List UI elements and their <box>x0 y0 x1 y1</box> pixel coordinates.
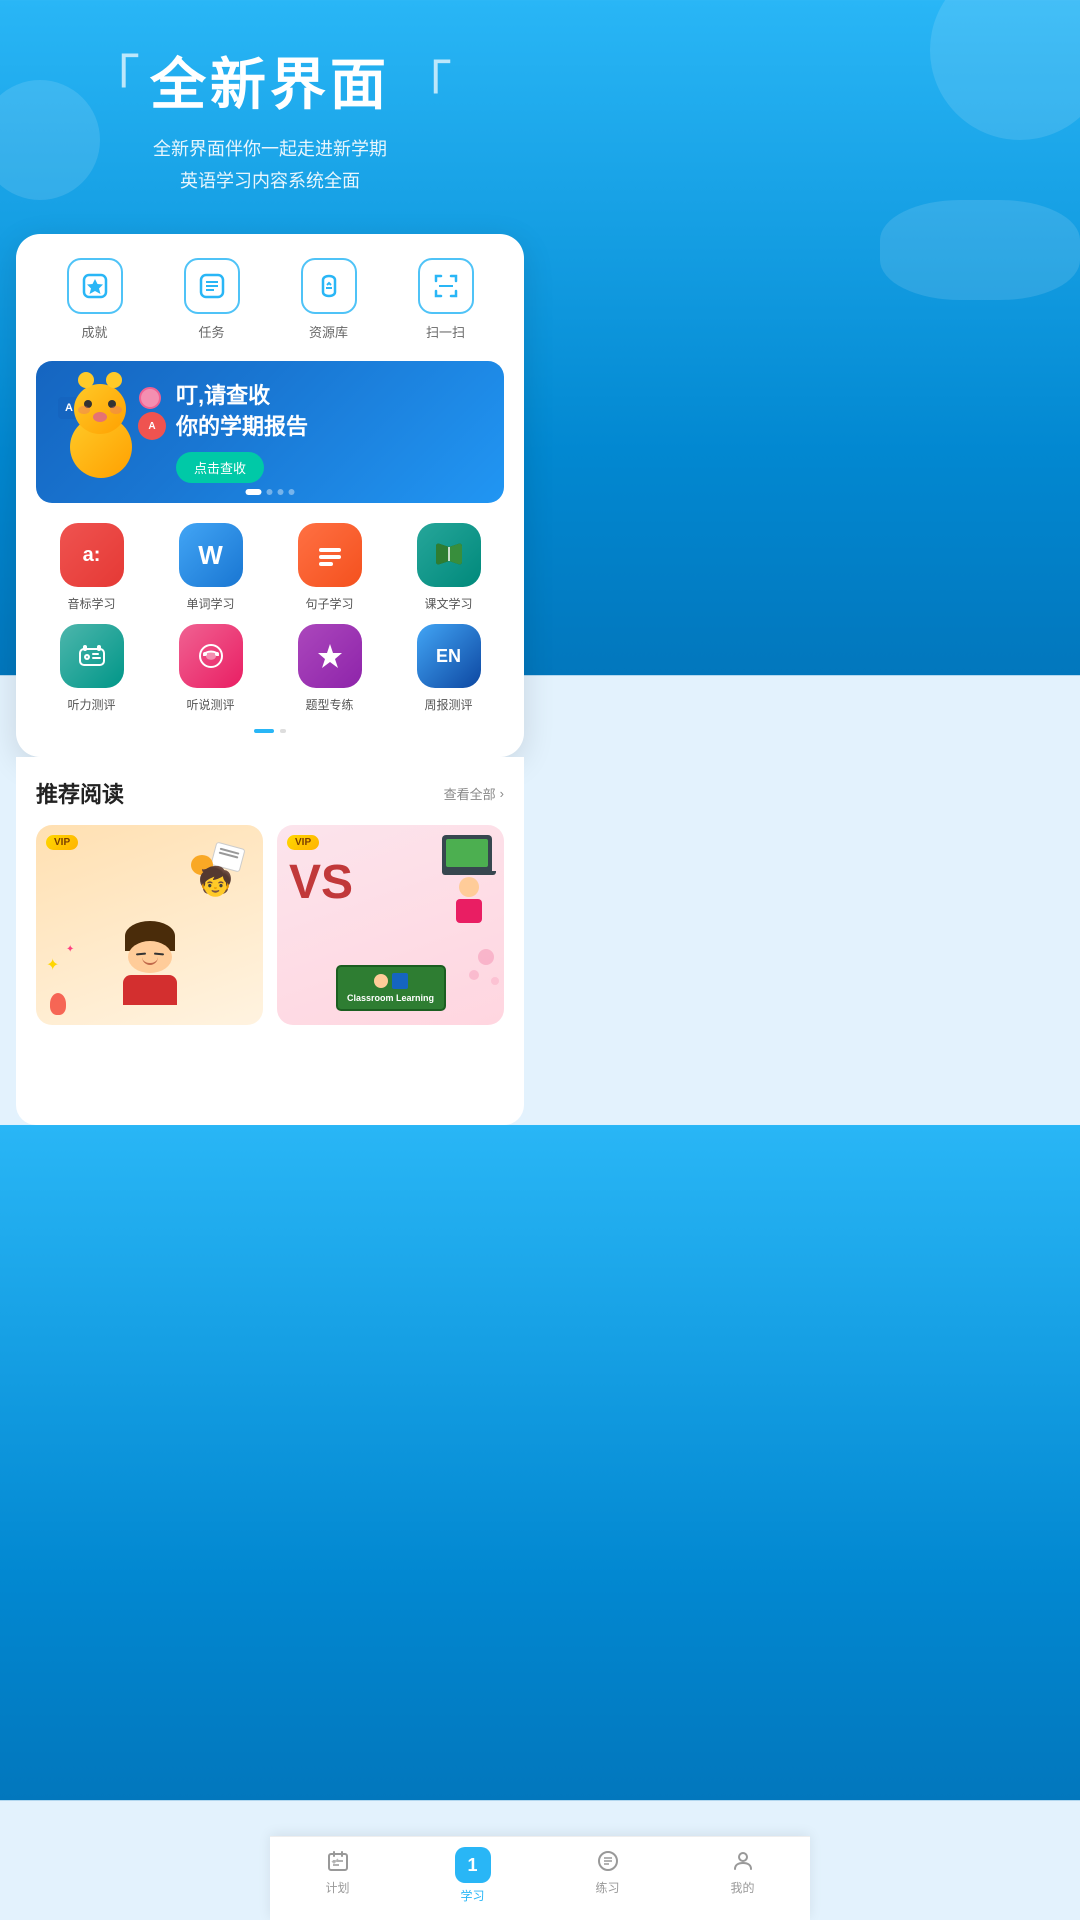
exercise-icon <box>298 624 362 688</box>
feature-sentences[interactable]: 句子学习 <box>274 523 385 612</box>
quick-action-resources[interactable]: 资源库 <box>301 258 357 341</box>
feature-exercise[interactable]: 题型专练 <box>274 624 385 713</box>
header-subtitle: 全新界面伴你一起走进新学期 英语学习内容系统全面 <box>30 133 510 198</box>
header-title-wrapper: 「 全新界面 」 <box>30 40 510 121</box>
plan-icon <box>324 1847 352 1875</box>
reading-title: 推荐阅读 <box>36 777 124 809</box>
reading-more-button[interactable]: 查看全部 › <box>444 784 504 803</box>
resources-icon <box>301 258 357 314</box>
feature-listening[interactable]: 听力测评 <box>36 624 147 713</box>
tasks-label: 任务 <box>198 322 224 341</box>
exercise-label: 题型专练 <box>305 696 353 713</box>
vs-text: VS <box>289 855 353 910</box>
plan-label: 计划 <box>325 1879 349 1896</box>
main-card: 成就 任务 资源库 <box>16 234 524 758</box>
features-pagination <box>36 729 504 733</box>
lessons-icon <box>417 523 481 587</box>
features-grid: a: 音标学习 W 单词学习 句子学习 <box>36 523 504 713</box>
banner-dot-3 <box>278 489 284 495</box>
quick-action-tasks[interactable]: 任务 <box>184 258 240 341</box>
banner-title: 叮,请查收 你的学期报告 <box>176 381 484 443</box>
practice-label: 练习 <box>595 1879 619 1896</box>
bracket-right: 」 <box>400 55 452 107</box>
speaking-label: 听说测评 <box>186 696 234 713</box>
listening-label: 听力测评 <box>67 696 115 713</box>
page-title: 全新界面 <box>150 40 390 121</box>
reading-card-1[interactable]: VIP <box>36 825 263 1025</box>
feature-phonics[interactable]: a: 音标学习 <box>36 523 147 612</box>
sentences-label: 句子学习 <box>305 595 353 612</box>
quick-action-scan[interactable]: 扫一扫 <box>418 258 474 341</box>
quick-action-achievements[interactable]: 成就 <box>67 258 123 341</box>
words-label: 单词学习 <box>186 595 234 612</box>
chevron-right-icon: › <box>500 786 504 801</box>
feature-weekly[interactable]: EN 周报测评 <box>393 624 504 713</box>
bg-decoration-3 <box>880 200 1080 300</box>
mine-icon <box>729 1847 757 1875</box>
resources-label: 资源库 <box>309 322 348 341</box>
banner-text: 叮,请查收 你的学期报告 点击查收 <box>166 381 484 484</box>
achievements-label: 成就 <box>81 322 107 341</box>
nav-study[interactable]: 1 学习 <box>438 1847 508 1904</box>
study-icon: 1 <box>455 1847 491 1883</box>
header: 「 全新界面 」 全新界面伴你一起走进新学期 英语学习内容系统全面 <box>0 0 540 218</box>
classroom-learning-text: Classroom Learning <box>346 993 436 1003</box>
tasks-icon <box>184 258 240 314</box>
banner-dot-4 <box>289 489 295 495</box>
banner[interactable]: A A <box>36 361 504 504</box>
bracket-left: 「 <box>88 55 140 107</box>
features-page-2 <box>280 729 286 733</box>
study-label: 学习 <box>460 1887 484 1904</box>
banner-pagination <box>246 489 295 495</box>
banner-mascot: A A <box>56 382 166 482</box>
phonics-icon: a: <box>60 523 124 587</box>
practice-icon <box>594 1847 622 1875</box>
weekly-icon: EN <box>417 624 481 688</box>
vip-badge-2: VIP <box>287 835 319 850</box>
weekly-label: 周报测评 <box>424 696 472 713</box>
words-icon: W <box>179 523 243 587</box>
reading-section: 推荐阅读 查看全部 › VIP <box>16 757 524 1125</box>
scan-icon <box>418 258 474 314</box>
nav-mine[interactable]: 我的 <box>708 1847 778 1904</box>
bg-decoration-1 <box>930 0 1080 140</box>
quick-actions-row: 成就 任务 资源库 <box>36 258 504 341</box>
feature-words[interactable]: W 单词学习 <box>155 523 266 612</box>
lessons-label: 课文学习 <box>424 595 472 612</box>
feature-lessons[interactable]: 课文学习 <box>393 523 504 612</box>
phonics-label: 音标学习 <box>67 595 115 612</box>
scan-label: 扫一扫 <box>426 322 465 341</box>
nav-plan[interactable]: 计划 <box>303 1847 373 1904</box>
achievements-icon <box>67 258 123 314</box>
nav-practice[interactable]: 练习 <box>573 1847 643 1904</box>
banner-dot-2 <box>267 489 273 495</box>
sentences-icon <box>298 523 362 587</box>
reading-card-2[interactable]: VIP VS <box>277 825 504 1025</box>
banner-dot-1 <box>246 489 262 495</box>
banner-button[interactable]: 点击查收 <box>176 452 264 483</box>
feature-speaking[interactable]: 听说测评 <box>155 624 266 713</box>
listening-icon <box>60 624 124 688</box>
reading-cards: VIP <box>36 825 504 1025</box>
speaking-icon <box>179 624 243 688</box>
bottom-nav: 计划 1 学习 练习 我的 <box>270 1836 810 1920</box>
mine-label: 我的 <box>730 1879 754 1896</box>
features-page-1 <box>254 729 274 733</box>
reading-header: 推荐阅读 查看全部 › <box>36 777 504 809</box>
